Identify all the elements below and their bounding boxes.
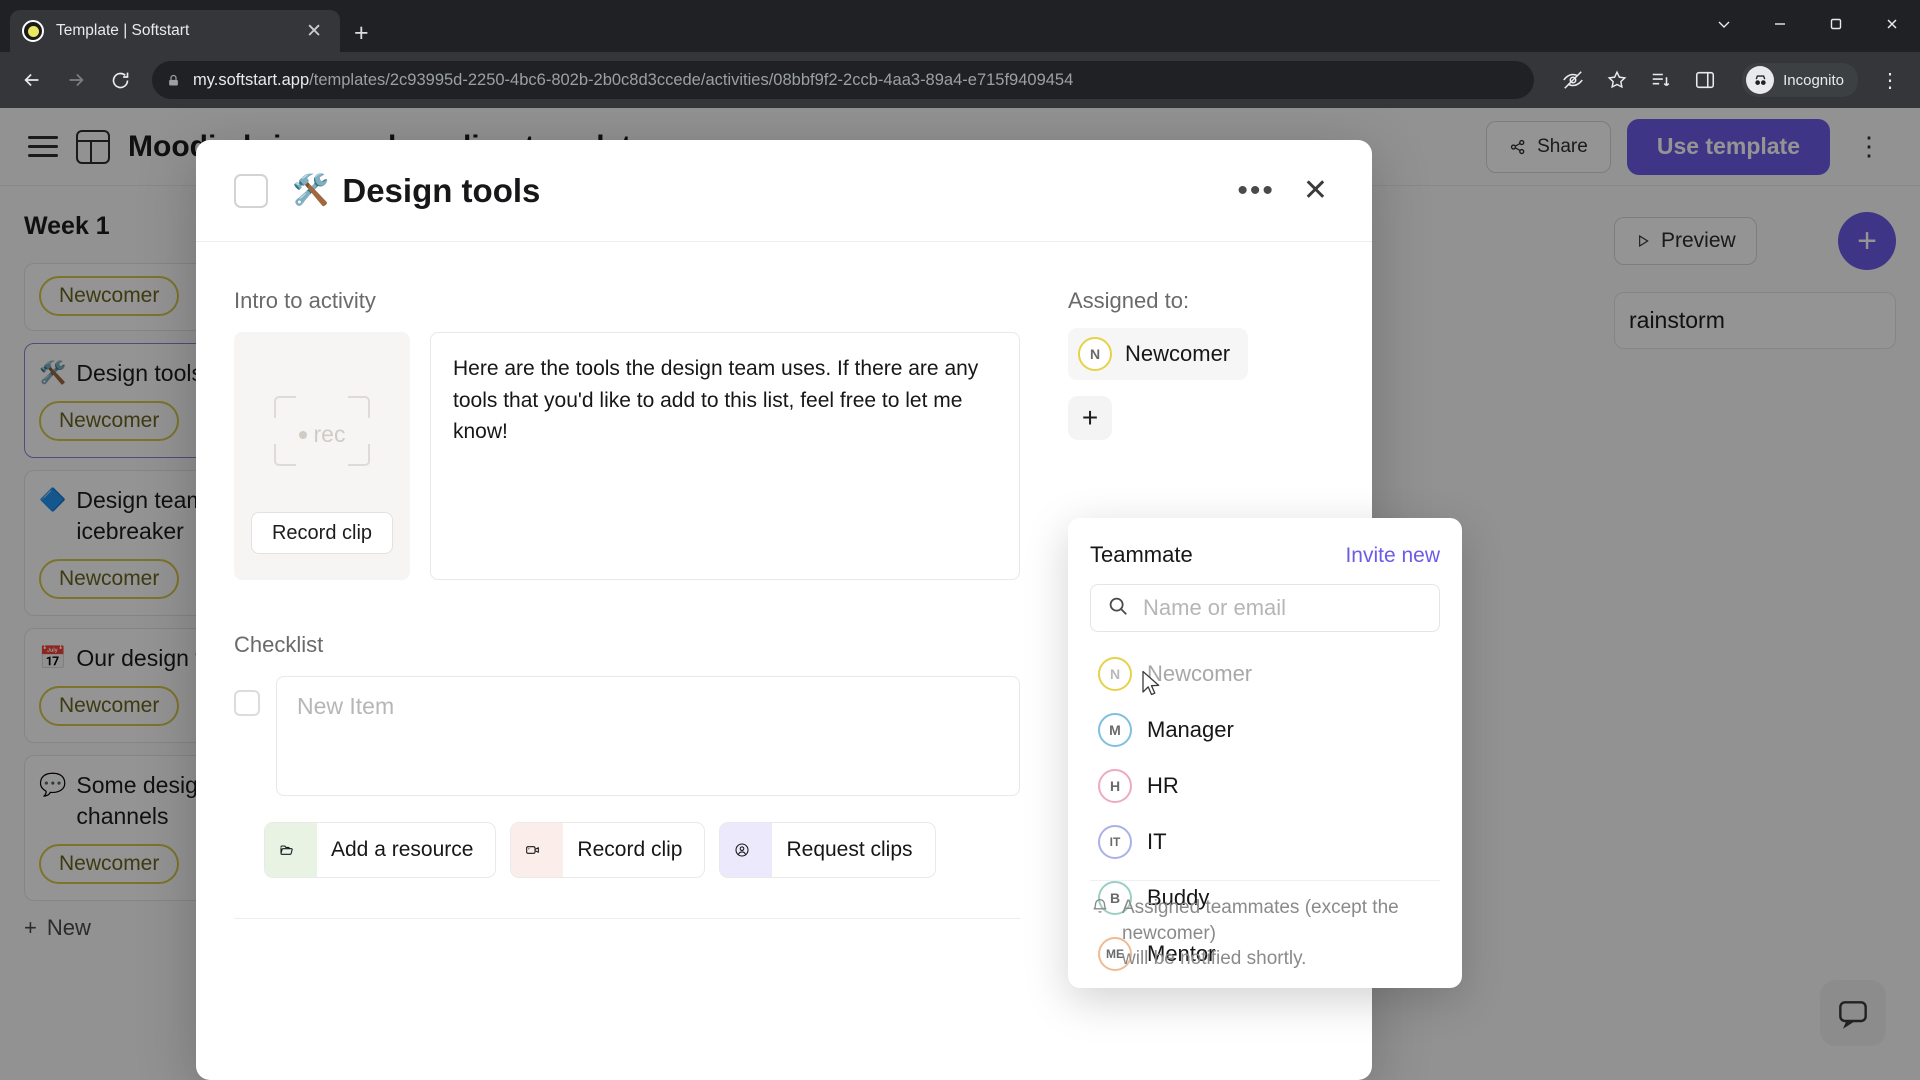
browser-tab[interactable]: Template | Softstart ✕ [10,10,340,52]
teammate-name: HR [1147,773,1179,798]
section-divider [234,918,1020,919]
search-icon [1107,595,1129,622]
bell-icon [1090,897,1110,972]
lock-icon [166,73,181,88]
close-modal-icon[interactable]: ✕ [1303,175,1328,206]
tools-emoji-icon: 🛠️ [292,174,330,207]
page-viewport: Moodjo bring a onboarding template Share… [0,108,1920,1080]
incognito-label: Incognito [1783,71,1844,89]
modal-title: 🛠️ Design tools [292,172,540,210]
folder-icon [265,823,317,877]
checklist-section: Checklist New Item Add a resource Record… [234,632,1020,919]
record-clip-button[interactable]: Record clip [250,512,394,554]
teammate-option-manager[interactable]: M Manager [1090,702,1440,758]
notice-line-2: will be notified shortly. [1122,948,1307,970]
modal-header: 🛠️ Design tools ••• ✕ [196,140,1372,242]
url-domain: my.softstart.app [193,70,310,89]
url-path: /templates/2c93995d-2250-4bc6-802b-2b0c8… [309,70,1074,89]
teammate-name: Manager [1147,717,1234,742]
window-controls [1696,0,1920,48]
add-assignee-button[interactable]: + [1068,396,1112,440]
activity-complete-checkbox[interactable] [234,173,268,208]
person-request-icon [720,823,773,877]
close-window-button[interactable] [1864,0,1920,48]
notice-line-1: Assigned teammates (except the newcomer) [1122,897,1399,944]
tab-title: Template | Softstart [56,22,190,39]
record-clip-panel[interactable]: rec Record clip [234,332,410,580]
browser-tab-strip: Template | Softstart ✕ + [0,0,1920,52]
assigned-to-label: Assigned to: [1068,288,1190,313]
record-clip-action-button[interactable]: Record clip [510,822,706,878]
intro-section-label: Intro to activity [234,288,376,313]
browser-window: Template | Softstart ✕ + my.softstart.ap… [0,0,1920,1080]
new-item-input[interactable]: New Item [276,676,1020,796]
modal-more-icon[interactable]: ••• [1237,175,1275,205]
forward-button[interactable] [56,60,96,100]
avatar: M [1098,713,1132,747]
intro-text-area[interactable]: Here are the tools the design team uses.… [430,332,1020,580]
avatar: H [1098,769,1132,803]
record-frame-icon: rec [274,396,370,466]
avatar: N [1078,337,1112,371]
request-clips-button[interactable]: Request clips [719,822,936,878]
checklist-section-label: Checklist [234,632,324,657]
chrome-menu-icon[interactable]: ⋮ [1872,68,1908,93]
add-a-resource-label: Add a resource [331,838,474,861]
teammate-search-field[interactable]: Name or email [1090,584,1440,632]
close-tab-icon[interactable]: ✕ [300,18,328,45]
incognito-indicator[interactable]: Incognito [1742,63,1858,97]
modal-main-column: Intro to activity rec Record clip Here a… [234,288,1020,919]
teammate-option-hr[interactable]: H HR [1090,758,1440,814]
avatar: N [1098,657,1132,691]
notify-notice-text: Assigned teammates (except the newcomer)… [1122,895,1440,972]
side-panel-icon[interactable] [1690,65,1720,95]
maximize-button[interactable] [1808,0,1864,48]
assignee-name: Newcomer [1125,341,1231,366]
modal-title-text: Design tools [342,171,541,209]
eye-off-icon[interactable] [1558,65,1588,95]
mouse-cursor [1141,670,1163,705]
back-button[interactable] [12,60,52,100]
toolbar-actions: Incognito ⋮ [1558,63,1908,97]
teammate-name: IT [1147,829,1167,854]
assignee-chip[interactable]: N Newcomer [1068,328,1249,380]
activity-actions: Add a resource Record clip Request clips [264,822,1020,878]
teammate-option-it[interactable]: IT IT [1090,814,1440,870]
record-clip-action-label: Record clip [577,838,683,861]
rec-placeholder: rec [274,421,370,448]
minimize-button[interactable] [1752,0,1808,48]
video-camera-icon [511,823,564,877]
reload-button[interactable] [100,60,140,100]
dropdown-title: Teammate [1090,542,1193,567]
request-clips-label: Request clips [786,838,913,861]
intro-row: rec Record clip Here are the tools the d… [234,332,1020,580]
notify-notice: Assigned teammates (except the newcomer)… [1090,880,1440,988]
reading-list-icon[interactable] [1646,65,1676,95]
new-tab-button[interactable]: + [354,21,369,46]
incognito-icon [1746,66,1775,94]
chevron-down-icon[interactable] [1696,0,1752,48]
invite-new-link[interactable]: Invite new [1345,544,1440,568]
avatar: IT [1098,825,1132,859]
teammate-dropdown: Teammate Invite new Name or email N Newco… [1068,518,1462,988]
browser-toolbar: my.softstart.app/templates/2c93995d-2250… [0,52,1920,108]
address-bar[interactable]: my.softstart.app/templates/2c93995d-2250… [152,61,1535,99]
modal-header-actions: ••• ✕ [1237,175,1328,206]
softstart-logo-icon [22,20,44,42]
add-a-resource-button[interactable]: Add a resource [264,822,497,878]
dropdown-header: Teammate Invite new [1090,542,1440,568]
checklist-item-checkbox[interactable] [234,690,260,716]
bookmark-star-icon[interactable] [1602,65,1632,95]
url-text: my.softstart.app/templates/2c93995d-2250… [193,71,1073,90]
checklist-new-row: New Item [234,676,1020,796]
teammate-search-placeholder: Name or email [1143,595,1287,620]
